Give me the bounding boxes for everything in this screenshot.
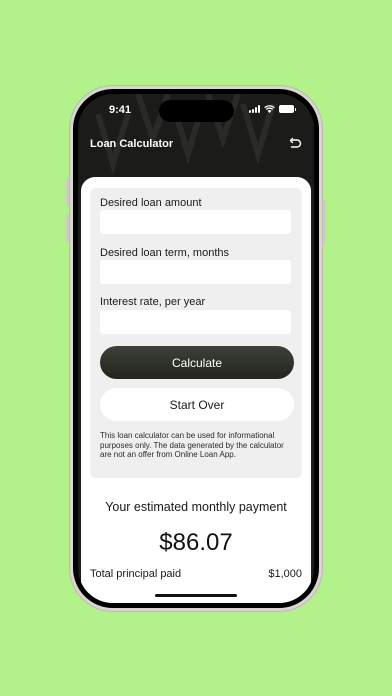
total-principal-value: $1,000 (268, 568, 302, 580)
result-heading: Your estimated monthly payment (105, 500, 287, 514)
total-principal-label: Total principal paid (90, 568, 182, 580)
status-time: 9:41 (109, 104, 132, 116)
status-icons (249, 105, 296, 113)
phone-side-button-right (323, 200, 326, 244)
interest-rate-label: Interest rate, per year (100, 296, 206, 308)
interest-rate-input[interactable] (100, 310, 291, 334)
signal-icon (249, 105, 260, 113)
phone-screen: 9:41 Loan Calculator Desired loan amount… (78, 94, 314, 603)
calculate-button[interactable]: Calculate (100, 346, 294, 379)
content-sheet: Desired loan amount Desired loan term, m… (81, 177, 311, 603)
home-indicator (155, 594, 237, 597)
nav-title: Loan Calculator (90, 138, 174, 150)
loan-term-input[interactable] (100, 260, 291, 284)
loan-term-label: Desired loan term, months (100, 247, 229, 259)
disclaimer-text: This loan calculator can be used for inf… (100, 431, 284, 459)
phone-side-button-left (66, 214, 69, 242)
loan-amount-label: Desired loan amount (100, 197, 202, 209)
dynamic-island (159, 100, 234, 122)
loan-form-card: Desired loan amount Desired loan term, m… (90, 188, 302, 478)
monthly-payment-value: $86.07 (159, 529, 233, 556)
battery-icon (279, 105, 296, 113)
reset-arrow-icon[interactable] (286, 136, 302, 152)
loan-amount-input[interactable] (100, 210, 291, 234)
phone-side-button-left (66, 178, 69, 206)
start-over-button[interactable]: Start Over (100, 388, 294, 421)
wifi-icon (264, 105, 275, 113)
